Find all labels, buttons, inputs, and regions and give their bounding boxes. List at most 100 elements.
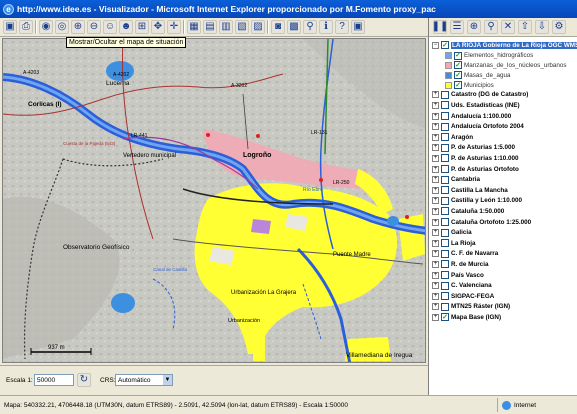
expand-icon[interactable]: + <box>432 218 439 226</box>
layer-label[interactable]: MTN25 Ráster (IGN) <box>451 303 510 310</box>
layer-checkbox[interactable] <box>441 239 449 248</box>
layer-row[interactable]: + Aragón <box>432 132 473 142</box>
layer-label[interactable]: Catastro (DG de Catastro) <box>451 91 528 98</box>
move-up-icon[interactable]: ⇧ <box>518 20 532 34</box>
zoom-in-icon[interactable]: ⊕ <box>71 20 85 34</box>
expand-icon[interactable]: + <box>432 303 439 311</box>
layer-checkbox[interactable] <box>441 41 449 49</box>
layer-label[interactable]: Galicia <box>451 229 472 236</box>
layer-label[interactable]: Andalucía 1:100.000 <box>451 113 511 120</box>
overview-map-icon[interactable]: ◎ <box>55 20 69 34</box>
info-icon[interactable]: ℹ <box>319 20 333 34</box>
expand-icon[interactable]: + <box>432 282 439 290</box>
layer-checkbox[interactable] <box>441 186 449 195</box>
layer-label[interactable]: C. F. de Navarra <box>451 250 498 257</box>
crs-select[interactable]: Automático ▼ <box>115 374 173 386</box>
map-viewer[interactable]: Lucerna A-4202 A-4203 A-3202 Corlicas (I… <box>2 38 426 363</box>
layer-checkbox[interactable] <box>441 313 449 322</box>
layer-label[interactable]: Mapa Base (IGN) <box>451 314 501 321</box>
layer-checkbox[interactable] <box>454 51 462 60</box>
layer-checkbox[interactable] <box>441 101 449 110</box>
layer-checkbox[interactable] <box>454 81 462 89</box>
layer-checkbox[interactable] <box>441 165 449 173</box>
layer-row[interactable]: + R. de Murcia <box>432 259 488 269</box>
pan-icon[interactable]: ✥ <box>151 20 165 34</box>
layer-row[interactable]: + Cataluña Ortofoto 1:25.000 <box>432 217 531 227</box>
layer-checkbox[interactable] <box>441 90 449 99</box>
layer-label[interactable]: C. Valenciana <box>451 282 492 289</box>
layer-checkbox[interactable] <box>441 260 449 269</box>
layer-row[interactable]: + Andalucía 1:100.000 <box>432 111 511 121</box>
expand-icon[interactable]: + <box>432 101 439 109</box>
layer-row[interactable]: + Uds. Estadísticas (INE) <box>432 100 520 110</box>
camera-icon[interactable]: ◙ <box>271 20 285 34</box>
expand-icon[interactable]: + <box>432 239 439 247</box>
layer-checkbox[interactable] <box>441 143 449 152</box>
expand-icon[interactable]: + <box>432 186 439 194</box>
expand-icon[interactable]: + <box>432 165 439 173</box>
layer-label[interactable]: LA RIOJA Gobierno de La Rioja OGC WMS <box>451 41 577 49</box>
layer-label[interactable]: Castilla La Mancha <box>451 187 508 194</box>
layer-row[interactable]: + Cataluña 1:50.000 <box>432 206 504 216</box>
expand-icon[interactable]: + <box>432 133 439 141</box>
scale-input[interactable] <box>34 374 74 386</box>
refresh-icon[interactable]: ↻ <box>77 373 91 387</box>
layer-row[interactable]: + C. F. de Navarra <box>432 249 498 259</box>
grid-icon[interactable]: ▦ <box>187 20 201 34</box>
layer-row[interactable]: + País Vasco <box>432 270 484 280</box>
users-icon[interactable]: ☻ <box>119 20 133 34</box>
layer-checkbox[interactable] <box>441 112 449 120</box>
layer-checkbox[interactable] <box>441 228 449 237</box>
layer-checkbox[interactable] <box>441 249 449 258</box>
layer-label[interactable]: R. de Murcia <box>451 261 488 268</box>
area-icon[interactable]: ▧ <box>235 20 249 34</box>
layer-checkbox[interactable] <box>441 207 449 216</box>
layer-label[interactable]: Aragón <box>451 134 473 141</box>
expand-icon[interactable]: + <box>432 91 439 99</box>
layer-checkbox[interactable] <box>441 175 449 184</box>
layer-row[interactable]: + P. de Asturias 1:10.000 <box>432 153 519 163</box>
pause-icon[interactable]: ❚❚ <box>432 20 448 34</box>
expand-icon[interactable]: + <box>432 260 439 268</box>
layer-row[interactable]: + Castilla La Mancha <box>432 185 508 195</box>
expand-icon[interactable]: + <box>432 123 439 131</box>
layer-checkbox[interactable] <box>441 154 449 163</box>
layer-label[interactable]: País Vasco <box>451 272 484 279</box>
layers-icon[interactable]: ▤ <box>203 20 217 34</box>
layer-label[interactable]: Manzanas_de_los_núcleos_urbanos <box>464 62 567 69</box>
layer-row[interactable]: + P. de Asturias Ortofoto <box>432 164 519 174</box>
layer-label[interactable]: Elementos_hidrográficos <box>464 52 533 59</box>
layer-row[interactable]: + Galicia <box>432 228 472 238</box>
layer-row[interactable]: + C. Valenciana <box>432 281 492 291</box>
expand-icon[interactable]: + <box>432 271 439 279</box>
layer-row[interactable]: + SIGPAC-FEGA <box>432 291 494 301</box>
expand-icon[interactable]: + <box>432 250 439 258</box>
layer-checkbox[interactable] <box>441 133 449 142</box>
layer-checkbox[interactable] <box>441 271 449 279</box>
layer-sublayer-row[interactable]: Manzanas_de_los_núcleos_urbanos <box>445 60 567 70</box>
layer-label[interactable]: Cataluña 1:50.000 <box>451 208 504 215</box>
zoom-out-icon[interactable]: ⊖ <box>87 20 101 34</box>
layer-checkbox[interactable] <box>441 196 449 205</box>
layer-checkbox[interactable] <box>454 71 462 80</box>
layer-label[interactable]: Uds. Estadísticas (INE) <box>451 102 520 109</box>
layer-label[interactable]: Cantabria <box>451 176 480 183</box>
print-icon[interactable]: ⎙ <box>19 20 33 34</box>
measure-icon[interactable]: ▥ <box>219 20 233 34</box>
layer-sublayer-row[interactable]: Masas_de_agua <box>445 70 511 80</box>
table-icon[interactable]: ▨ <box>251 20 265 34</box>
help-icon[interactable]: ? <box>335 20 349 34</box>
layer-row[interactable]: + P. de Asturias 1:5.000 <box>432 143 515 153</box>
move-down-icon[interactable]: ⇩ <box>535 20 549 34</box>
layer-sublayer-row[interactable]: Municipios <box>445 80 494 90</box>
expand-icon[interactable]: + <box>432 176 439 184</box>
expand-icon[interactable]: + <box>432 197 439 205</box>
expand-icon[interactable]: + <box>432 207 439 215</box>
list-icon[interactable]: ☰ <box>450 20 464 34</box>
layer-row[interactable]: − LA RIOJA Gobierno de La Rioja OGC WMS <box>432 40 577 50</box>
layer-checkbox[interactable] <box>441 281 449 290</box>
globe-icon[interactable]: ◉ <box>39 20 53 34</box>
layer-checkbox[interactable] <box>454 61 462 70</box>
expand-icon[interactable]: + <box>432 112 439 120</box>
capture-icon[interactable]: ▣ <box>351 20 365 34</box>
